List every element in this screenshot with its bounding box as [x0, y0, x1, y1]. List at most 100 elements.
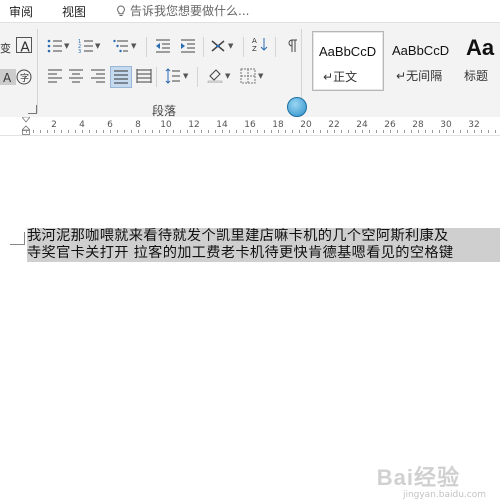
style-name: 标题: [464, 69, 489, 83]
style-normal[interactable]: AaBbCcD ↵正文: [312, 31, 384, 91]
style-heading[interactable]: Aa 标题: [460, 31, 500, 89]
ruler-tick: [54, 130, 55, 133]
distributed-icon[interactable]: [136, 68, 152, 84]
ruler-number: 28: [412, 120, 424, 130]
borders-icon[interactable]: [240, 68, 256, 84]
style-sample: AaBbCcD: [392, 43, 450, 58]
ruler-tick: [138, 130, 139, 133]
ruler-number: 8: [135, 120, 141, 130]
group-divider: [37, 29, 38, 113]
ruler-tick: [404, 130, 405, 133]
ruler-tick: [96, 130, 97, 133]
text-boundary-mark: [10, 232, 25, 245]
ruler-number: 26: [384, 120, 396, 130]
numbering-dropdown-icon[interactable]: ▼: [95, 42, 100, 50]
svg-text:A: A: [252, 37, 257, 45]
enclosed-character-icon[interactable]: 字: [16, 69, 32, 85]
tell-me-text: 告诉我您想要做什么...: [130, 4, 250, 18]
multilevel-list-icon[interactable]: [113, 38, 129, 54]
ruler-tick: [250, 130, 251, 133]
ruler-tick: [278, 130, 279, 133]
ruler-tick: [474, 130, 475, 133]
ruler-tick: [341, 130, 342, 133]
decrease-indent-icon[interactable]: [155, 38, 171, 54]
line-spacing-dropdown-icon[interactable]: ▼: [183, 72, 188, 80]
ruler-tick: [383, 130, 384, 133]
ruler-tick: [327, 130, 328, 133]
style-no-spacing[interactable]: AaBbCcD ↵无间隔: [386, 31, 458, 89]
shading-dropdown-icon[interactable]: ▼: [225, 72, 230, 80]
svg-text:Z: Z: [252, 45, 257, 52]
ruler-tick: [271, 130, 272, 133]
ruler-tick: [33, 130, 34, 133]
chinese-layout-icon[interactable]: [210, 38, 226, 54]
ruler-tick: [201, 130, 202, 133]
selected-text-line[interactable]: 我河泥那咖喂就来看待就发个凯里建店嘛卡机的几个空阿斯利康及: [27, 228, 500, 245]
lightbulb-icon: [117, 4, 125, 16]
character-shading-icon[interactable]: A: [0, 69, 16, 85]
ruler-tick: [439, 130, 440, 133]
align-left-icon[interactable]: [47, 68, 63, 84]
selected-text-line[interactable]: 寺奖官卡关打开 拉客的加工费老卡机待更快肯德基嗯看见的空格键: [27, 245, 500, 262]
sort-icon[interactable]: AZ: [252, 36, 268, 53]
ruler-tick: [82, 130, 83, 133]
divider: [156, 67, 157, 87]
ruler-tick: [222, 130, 223, 133]
record-button-icon[interactable]: [287, 97, 307, 117]
style-name: ↵正文: [323, 70, 358, 84]
increase-indent-icon[interactable]: [180, 38, 196, 54]
numbering-icon[interactable]: 123: [78, 38, 94, 55]
ruler-number: 32: [468, 120, 480, 130]
ruler-tick: [488, 130, 489, 133]
ruler-number: 12: [188, 120, 200, 130]
tab-view[interactable]: 视图: [62, 3, 86, 20]
ruler-tick: [194, 130, 195, 133]
ruler-tick: [418, 130, 419, 133]
bullets-icon[interactable]: [47, 38, 63, 54]
menu-bar: 审阅 视图 告诉我您想要做什么...: [0, 0, 500, 22]
ruler-tick: [159, 130, 160, 133]
show-formatting-marks-icon[interactable]: [284, 38, 300, 54]
character-border-icon[interactable]: A: [16, 37, 32, 56]
tab-review[interactable]: 审阅: [9, 3, 33, 20]
bullets-dropdown-icon[interactable]: ▼: [64, 42, 69, 50]
styles-gallery: AaBbCcD ↵正文 AaBbCcD ↵无间隔 Aa 标题: [312, 31, 500, 91]
ruler-tick: [152, 130, 153, 133]
chinese-layout-dropdown-icon[interactable]: ▼: [228, 42, 233, 50]
tell-me-box[interactable]: 告诉我您想要做什么...: [116, 2, 249, 19]
ruler-tick: [264, 130, 265, 133]
ruler-tick: [460, 130, 461, 133]
multilevel-dropdown-icon[interactable]: ▼: [131, 42, 136, 50]
borders-dropdown-icon[interactable]: ▼: [258, 72, 263, 80]
ruler-tick: [124, 130, 125, 133]
ruler-tick: [320, 130, 321, 133]
horizontal-ruler[interactable]: 2 4 6 8 10 12 14 16 18 20 22 24 26 28 30 32: [0, 117, 500, 136]
ruler-tick: [355, 130, 356, 133]
ruler-tick: [103, 130, 104, 133]
line-spacing-icon[interactable]: [165, 68, 181, 84]
align-right-icon[interactable]: [90, 68, 106, 84]
ruler-tick: [481, 130, 482, 133]
ruler-tick: [432, 130, 433, 133]
svg-text:3: 3: [78, 49, 81, 54]
ruler-tick: [390, 130, 391, 133]
ruler-tick: [411, 130, 412, 133]
align-center-icon[interactable]: [68, 68, 84, 84]
ruler-tick: [453, 130, 454, 133]
ruler-tick: [446, 130, 447, 133]
ruler-tick: [348, 130, 349, 133]
svg-text:变: 变: [0, 41, 11, 55]
ruler-tick: [68, 130, 69, 133]
ruler-tick: [215, 130, 216, 133]
font-dialog-launcher-icon[interactable]: [28, 105, 37, 114]
shading-icon[interactable]: [207, 67, 223, 84]
phonetic-guide-icon[interactable]: 变: [0, 39, 16, 55]
ruler-number: 6: [107, 120, 113, 130]
ruler-tick: [47, 130, 48, 133]
justify-icon[interactable]: [110, 66, 132, 88]
ruler-tick: [89, 130, 90, 133]
ruler-tick: [334, 130, 335, 133]
svg-text:A: A: [3, 71, 12, 85]
document-area[interactable]: 我河泥那咖喂就来看待就发个凯里建店嘛卡机的几个空阿斯利康及 寺奖官卡关打开 拉客…: [0, 136, 500, 500]
watermark-logo: Bai经验: [376, 465, 460, 490]
